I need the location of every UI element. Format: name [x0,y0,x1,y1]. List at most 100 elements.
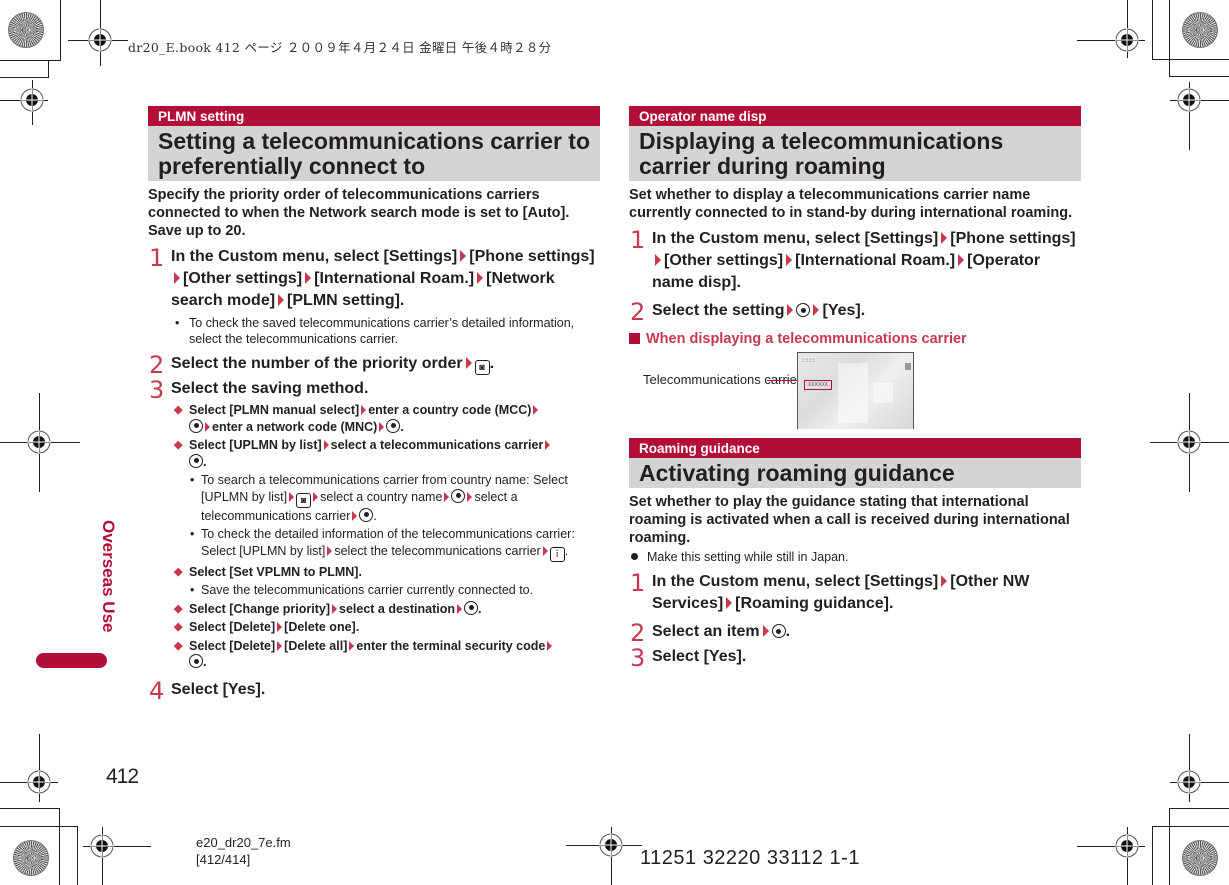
arrow-icon [813,304,820,316]
registration-mark-icon [1177,770,1201,794]
step-number: 2 [630,298,646,326]
subnote-vplmn: • Save the telecommunications carrier cu… [190,583,534,597]
carrier-name-placeholder: XXXXXX [804,380,832,390]
status-icon [905,363,911,370]
option-delete-all: ◆ Select [Delete] [Delete all] enter the t… [148,638,600,671]
arrow-icon [762,625,769,637]
camera-key-icon: ◙ [296,492,312,508]
camera-key-icon: ◙ [474,360,490,375]
registration-mark-icon [1177,430,1201,454]
color-rosette-icon [13,840,49,876]
bullet-icon [631,553,638,560]
center-key-icon [771,624,786,638]
arrow-icon [278,294,285,306]
registration-mark-icon [27,770,51,794]
arrow-icon [467,491,473,502]
section-label: Roaming guidance [629,438,1081,458]
crop-line [0,808,60,809]
registration-mark-icon [1115,28,1139,52]
option-uplmn-list: ◆ Select [UPLMN by list] select a telecom… [148,437,600,470]
arrow-icon [533,405,539,415]
arrow-icon [655,254,661,266]
arrow-icon [349,640,355,651]
standby-screen-figure: Telecommunications carrier name ▭▭ XXXXX… [629,350,1081,432]
diamond-bullet-icon: ◆ [174,602,183,615]
arrow-icon [444,491,450,502]
arrow-icon [545,440,551,450]
step-3: 3 Select the saving method. [149,376,369,404]
subheading: When displaying a telecommunications car… [629,330,1081,348]
chapter-tab-label: Overseas Use [99,520,118,633]
center-key-icon [359,507,374,522]
registration-mark-icon [27,430,51,454]
arrow-icon [305,272,312,284]
page-number: 412 [106,765,139,788]
crop-line [1152,59,1229,60]
option-plmn-manual: ◆ Select [PLMN manual select] enter a cou… [148,402,600,435]
diamond-bullet-icon: ◆ [174,621,183,633]
step-number: 3 [149,376,165,404]
arrow-icon [726,597,733,609]
arrow-icon [352,510,358,521]
subnote-uplmn-search: • To search a telecommunications carrier… [190,473,568,523]
step-4: 4 Select [Yes]. [149,676,266,705]
crop-line [1169,808,1229,809]
footer-pages: [412/414] [196,852,251,867]
arrow-icon [465,357,472,369]
arrow-icon [277,640,283,651]
arrow-icon [323,440,329,450]
crop-line [59,808,60,885]
crop-line [48,60,49,78]
step-2: 2 Select the setting [Yes]. [630,298,866,326]
arrow-icon [460,250,467,262]
crop-line [1152,826,1229,827]
arrow-icon [941,232,948,244]
step-note: • To check the saved telecommunications … [175,316,575,346]
center-key-icon [464,600,479,615]
footer-print-code: 11251 32220 33112 1-1 [640,847,860,869]
step-number: 1 [149,244,165,272]
step-3: 3 Select [Yes]. [630,644,747,672]
arrow-icon [477,272,484,284]
arrow-icon [457,603,463,614]
arrow-icon [277,622,283,632]
crop-line [1169,808,1170,885]
status-icons: ▭▭ [802,357,816,364]
bullet-icon: • [190,527,195,541]
arrow-icon [542,545,548,556]
phone-screen-image: ▭▭ XXXXXX [797,352,914,429]
arrow-icon [786,254,793,266]
bullet-icon: • [175,316,180,330]
note: Make this setting while still in Japan. [629,549,1081,565]
crop-line [0,60,61,61]
option-delete-one: ◆ Select [Delete] [Delete one]. [174,620,360,634]
registration-mark-icon [88,28,112,52]
section-label: Operator name disp [629,106,1081,126]
arrow-icon [313,491,319,502]
section-intro: Set whether to display a telecommunicati… [629,187,1073,221]
plmn-setting-section: PLMN setting Setting a telecommunication… [148,106,600,705]
crop-line [77,826,78,885]
color-rosette-icon [1182,840,1218,876]
subnote-uplmn-detail: • To check the detailed information of t… [148,526,600,562]
step-number: 1 [630,569,646,597]
arrow-icon [941,575,948,587]
arrow-icon [205,421,210,432]
color-rosette-icon [1182,12,1218,48]
center-key-icon [451,488,466,503]
arrow-icon [787,304,794,316]
arrow-icon [958,254,965,266]
arrow-icon [174,272,180,284]
registration-mark-icon [599,833,623,857]
step-number: 3 [630,644,646,672]
arrow-icon [327,545,333,556]
step-1: 1 In the Custom menu, select [Settings][… [630,226,1076,291]
center-key-icon [386,418,401,433]
section-title: Activating roaming guidance [629,458,1081,488]
registration-mark-icon [20,88,44,112]
crop-line [1169,0,1170,77]
info-key-icon: ｉ [549,546,565,562]
arrow-icon [361,405,367,415]
diamond-bullet-icon: ◆ [174,439,183,451]
center-key-icon [189,654,203,668]
